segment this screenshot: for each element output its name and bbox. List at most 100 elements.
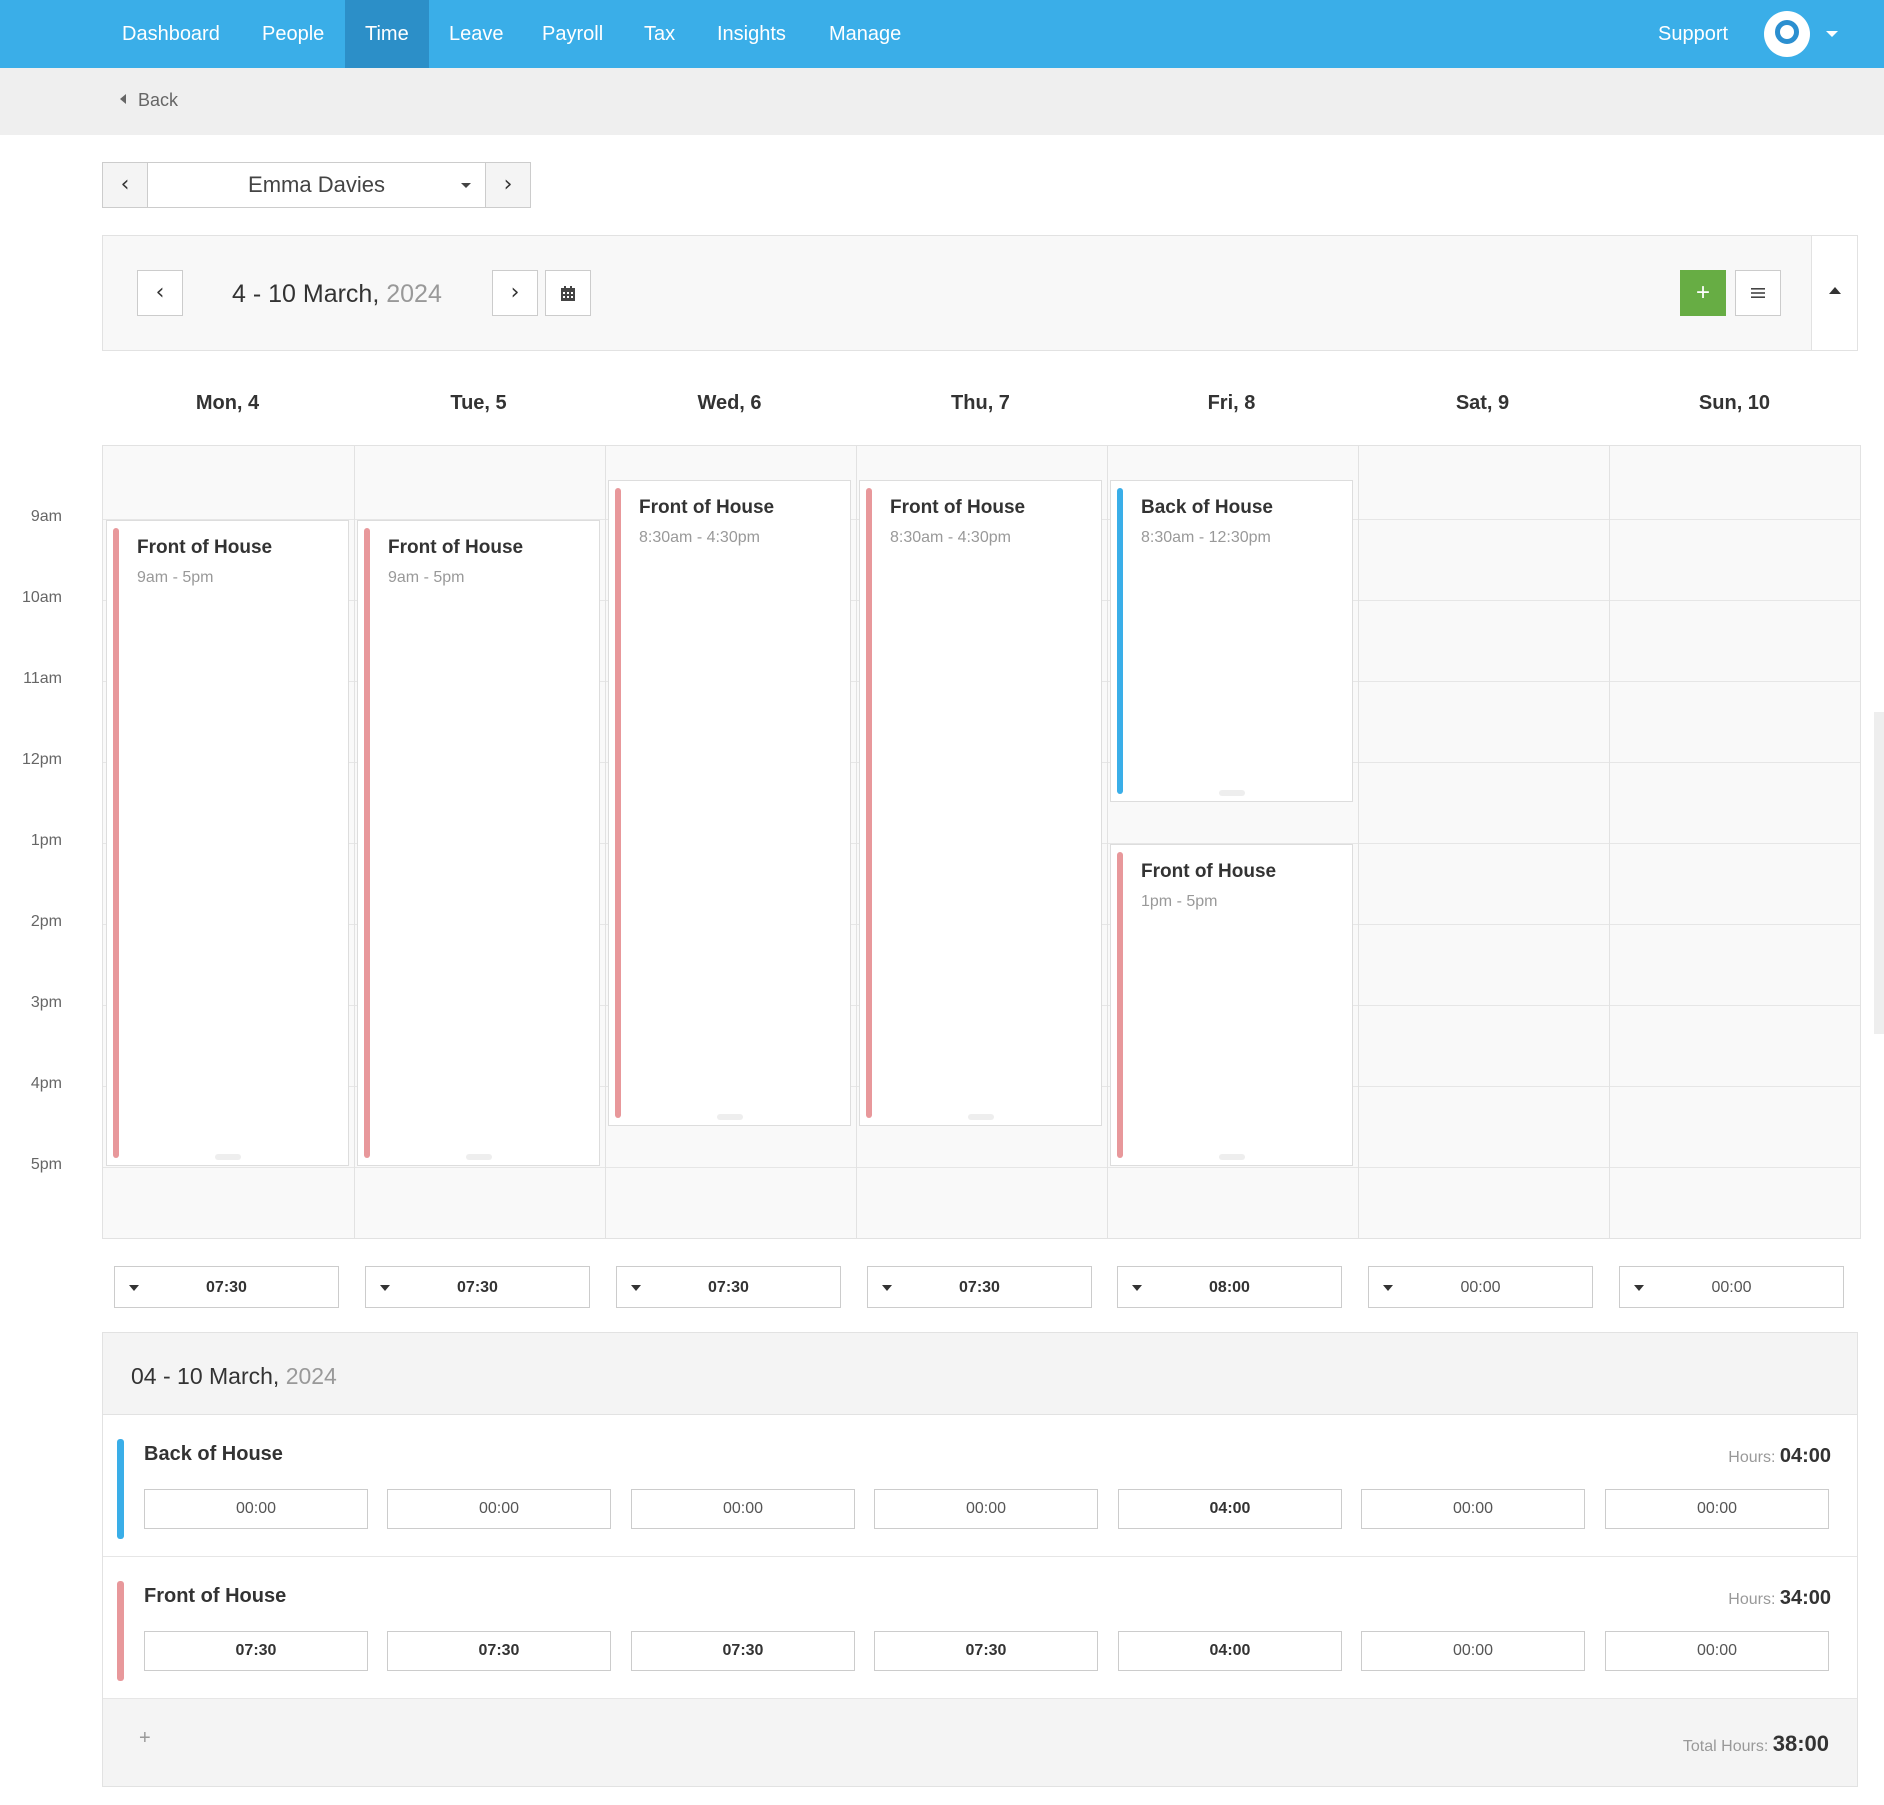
day-column-divider [354,446,355,1238]
avatar-icon [1775,20,1799,44]
support-link[interactable]: Support [1658,0,1728,68]
add-category-button[interactable]: + [139,1727,151,1750]
day-total-dropdown[interactable]: 00:00 [1619,1266,1844,1308]
category-day-hours-input[interactable]: 00:00 [1361,1631,1585,1671]
nav-dashboard[interactable]: Dashboard [102,0,240,68]
back-label: Back [138,90,179,110]
nav-insights[interactable]: Insights [697,0,806,68]
shift-color-bar [113,528,119,1158]
day-total-value: 07:30 [457,1279,498,1296]
day-total-dropdown[interactable]: 08:00 [1117,1266,1342,1308]
category-hours-label: Hours: [1728,1591,1776,1608]
time-label-3pm: 3pm [30,994,62,1011]
day-total-value: 00:00 [1711,1279,1752,1296]
summary-footer: + Total Hours: 38:00 [103,1699,1857,1786]
timesheet-summary: 04 - 10 March, 2024 Back of House Hours: … [102,1332,1858,1787]
nav-people[interactable]: People [242,0,344,68]
previous-week-button[interactable]: ‹ [137,270,183,316]
sub-header [0,68,1884,135]
week-range-year: 2024 [386,280,442,308]
category-day-hours-input[interactable]: 00:00 [1605,1489,1829,1529]
day-total-value: 07:30 [708,1279,749,1296]
calendar-button[interactable] [545,270,591,316]
day-header-sat-9: Sat, 9 [1455,392,1510,414]
day-column-divider [856,446,857,1238]
day-header-fri-8: Fri, 8 [1207,392,1256,414]
nav-leave[interactable]: Leave [429,0,524,68]
summary-header: 04 - 10 March, 2024 [103,1333,1857,1415]
shift-card[interactable]: Front of House 8:30am - 4:30pm [608,480,851,1126]
category-day-hours-input[interactable]: 00:00 [387,1489,611,1529]
user-menu-chevron-down-icon[interactable] [1826,31,1838,37]
category-name: Front of House [144,1585,287,1607]
add-shift-button[interactable]: + [1680,270,1726,316]
resize-handle[interactable] [716,1114,743,1120]
summary-range: 04 - 10 March, 2024 [131,1363,337,1390]
category-day-hours-input[interactable]: 07:30 [144,1631,368,1671]
next-week-button[interactable]: › [492,270,538,316]
summary-range-dates: 04 - 10 March, [131,1363,280,1389]
nav-time[interactable]: Time [345,0,429,68]
top-nav: Dashboard People Time Leave Payroll Tax Insigh… [0,0,1884,68]
time-label-1pm: 1pm [30,832,62,849]
shift-card[interactable]: Back of House 8:30am - 12:30pm [1110,480,1353,802]
caret-down-icon [461,183,471,188]
day-total-value: 07:30 [959,1279,1000,1296]
employee-name: Emma Davies [248,172,385,197]
time-label-11am: 11am [23,670,62,687]
category-day-hours-input[interactable]: 00:00 [144,1489,368,1529]
day-total-dropdown[interactable]: 07:30 [114,1266,339,1308]
day-total-dropdown[interactable]: 07:30 [365,1266,590,1308]
week-calendar-grid: Front of House 9am - 5pm Front of House 9am… [102,445,1861,1239]
day-header-wed-6: Wed, 6 [697,392,762,414]
category-hours: Hours: 34:00 [1728,1587,1831,1610]
shift-title: Front of House [137,537,273,558]
day-total-dropdown[interactable]: 07:30 [616,1266,841,1308]
week-range-dates: 4 - 10 March, [232,280,380,308]
resize-handle[interactable] [1218,790,1245,796]
day-total-dropdown[interactable]: 00:00 [1368,1266,1593,1308]
nav-tax[interactable]: Tax [624,0,695,68]
category-day-hours-input[interactable]: 00:00 [631,1489,855,1529]
day-header-tue-5: Tue, 5 [450,392,507,414]
category-day-hours-input[interactable]: 00:00 [1605,1631,1829,1671]
hour-gridline [103,1167,1860,1168]
scrollbar-thumb[interactable] [1874,712,1884,1034]
shift-color-bar [615,488,621,1118]
shift-color-bar [364,528,370,1158]
shift-card[interactable]: Front of House 8:30am - 4:30pm [859,480,1102,1126]
chevron-left-icon: ‹ [155,280,165,305]
resize-handle[interactable] [465,1154,492,1160]
calendar-icon [561,285,575,301]
category-day-hours-input[interactable]: 07:30 [387,1631,611,1671]
category-day-hours-input[interactable]: 07:30 [874,1631,1098,1671]
user-avatar[interactable] [1764,11,1810,57]
back-arrow-icon [120,94,126,104]
resize-handle[interactable] [1218,1154,1245,1160]
category-day-hours-input[interactable]: 04:00 [1118,1489,1342,1529]
resize-handle[interactable] [214,1154,241,1160]
collapse-panel-button[interactable] [1811,236,1857,350]
resize-handle[interactable] [967,1114,994,1120]
category-day-hours-input[interactable]: 00:00 [1361,1489,1585,1529]
shift-title: Front of House [890,497,1026,518]
shift-card[interactable]: Front of House 9am - 5pm [357,520,600,1166]
category-hours-value: 04:00 [1779,1445,1831,1467]
next-employee-button[interactable]: › [485,162,531,208]
list-view-button[interactable] [1735,270,1781,316]
nav-payroll[interactable]: Payroll [522,0,623,68]
total-hours-label: Total Hours: [1682,1738,1769,1755]
category-day-hours-input[interactable]: 00:00 [874,1489,1098,1529]
shift-card[interactable]: Front of House 9am - 5pm [106,520,349,1166]
shift-card[interactable]: Front of House 1pm - 5pm [1110,844,1353,1166]
employee-select[interactable]: Emma Davies [147,162,486,208]
previous-employee-button[interactable]: ‹ [102,162,148,208]
day-total-dropdown[interactable]: 07:30 [867,1266,1092,1308]
shift-color-bar [1117,488,1123,794]
shift-color-bar [1117,852,1123,1158]
category-day-hours-input[interactable]: 07:30 [631,1631,855,1671]
nav-manage[interactable]: Manage [809,0,921,68]
category-day-hours-input[interactable]: 04:00 [1118,1631,1342,1671]
plus-icon: + [1695,279,1710,306]
back-link[interactable]: Back [120,90,178,111]
